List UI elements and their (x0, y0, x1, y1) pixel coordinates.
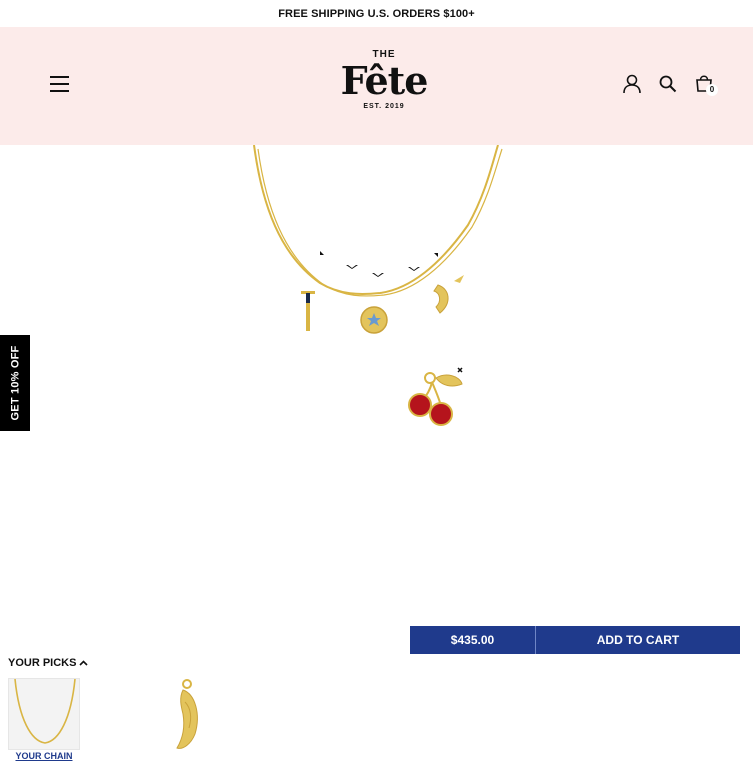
chevron-up-icon (79, 660, 89, 666)
necklace-image (253, 145, 503, 334)
chain-image (14, 678, 76, 744)
wing-charm-thumbnail[interactable] (165, 678, 210, 753)
add-to-cart-button[interactable]: ADD TO CART (536, 626, 740, 654)
menu-icon[interactable] (50, 76, 70, 92)
account-icon[interactable] (622, 74, 642, 94)
logo-name: Fête (340, 58, 429, 103)
cart-count-badge: 0 (706, 84, 718, 96)
your-picks-toggle[interactable]: YOUR PICKS (8, 657, 89, 669)
price-display: $435.00 (410, 626, 536, 654)
pick-chain-label[interactable]: YOUR CHAIN (8, 751, 80, 761)
cherry-charm-image (408, 367, 463, 426)
your-picks-title: YOUR PICKS (8, 657, 77, 669)
site-header: THE Fête EST. 2019 0 (0, 27, 753, 145)
site-logo[interactable]: THE Fête EST. 2019 (334, 49, 434, 124)
discount-tab[interactable]: GET 10% OFF (0, 335, 30, 431)
discount-tab-label: GET 10% OFF (9, 345, 21, 421)
cart-button[interactable]: 0 (694, 73, 718, 97)
announcement-bar: FREE SHIPPING U.S. ORDERS $100+ (0, 0, 753, 27)
purchase-bar: $435.00 ADD TO CART (410, 626, 740, 654)
pick-chain-thumbnail[interactable] (8, 678, 80, 750)
announcement-text: FREE SHIPPING U.S. ORDERS $100+ (278, 7, 475, 20)
search-icon[interactable] (659, 75, 677, 93)
